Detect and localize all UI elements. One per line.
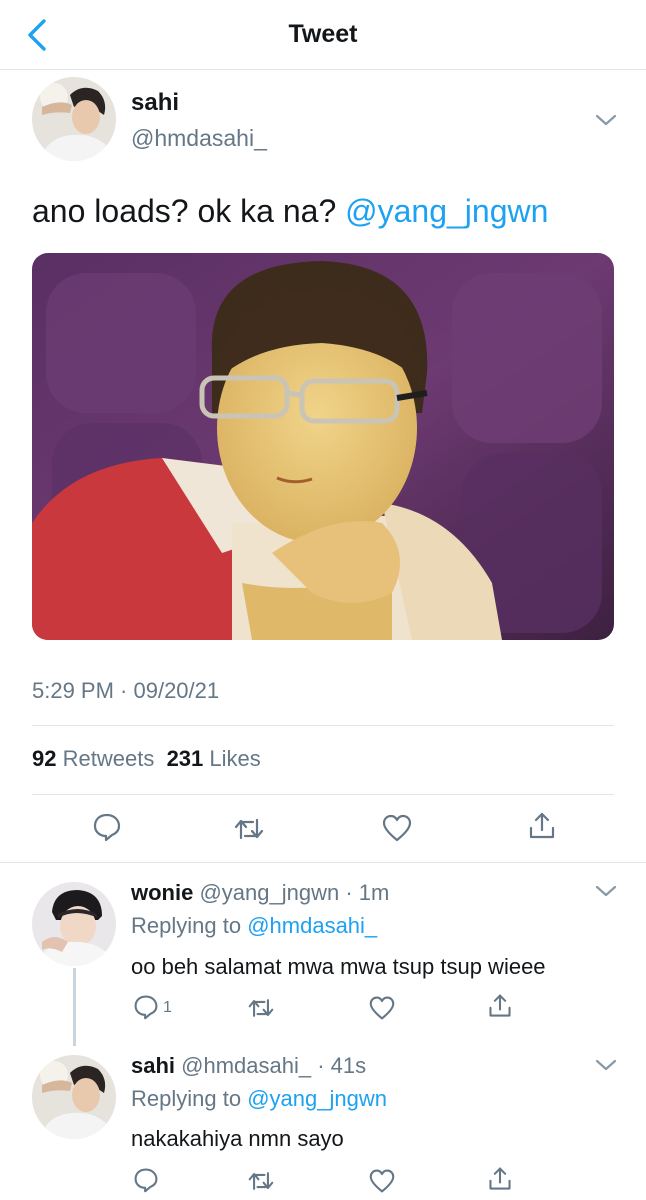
- reply-text: nakakahiya nmn sayo: [131, 1126, 344, 1151]
- like-button[interactable]: [369, 1168, 395, 1194]
- tweet-photo[interactable]: [32, 253, 614, 640]
- likes-label: Likes: [209, 746, 261, 771]
- reply-button[interactable]: [133, 1167, 159, 1193]
- retweet-button[interactable]: [234, 814, 264, 844]
- mention-link[interactable]: @yang_jngwn: [345, 193, 548, 229]
- likes-count: 231: [166, 746, 204, 771]
- chevron-down-icon: [595, 1059, 617, 1071]
- avatar[interactable]: [32, 77, 116, 161]
- like-icon: [369, 996, 395, 1020]
- reply-icon: [93, 813, 121, 842]
- reply-author-name[interactable]: sahi: [131, 1053, 175, 1078]
- share-button[interactable]: [487, 1166, 513, 1192]
- reply-button[interactable]: [133, 994, 159, 1020]
- reply-icon: [134, 1168, 158, 1193]
- retweets-count: 92: [32, 746, 57, 771]
- tweet-text: ano loads? ok ka na? @yang_jngwn: [32, 193, 548, 230]
- tweet-stats: 92 Retweets 231 Likes: [32, 746, 261, 772]
- reply-options-button[interactable]: [595, 1058, 617, 1072]
- tweet-options-button[interactable]: [595, 113, 617, 127]
- retweet-button[interactable]: [248, 1168, 274, 1194]
- reply-handle-time[interactable]: @yang_jngwn · 1m: [199, 880, 389, 905]
- divider: [32, 794, 614, 795]
- page-title: Tweet: [288, 20, 358, 48]
- reply-header: wonie @yang_jngwn · 1m: [131, 880, 389, 906]
- retweet-icon: [234, 818, 264, 840]
- share-button[interactable]: [527, 811, 557, 841]
- reply-button[interactable]: [92, 812, 122, 842]
- replying-to-link[interactable]: @yang_jngwn: [247, 1086, 387, 1111]
- replying-prefix: Replying to: [131, 1086, 242, 1111]
- retweet-icon: [248, 999, 274, 1017]
- share-button[interactable]: [487, 993, 513, 1019]
- replying-prefix: Replying to: [131, 913, 242, 938]
- share-icon: [489, 994, 511, 1017]
- chevron-down-icon: [595, 885, 617, 897]
- divider: [32, 725, 614, 726]
- chevron-down-icon: [595, 114, 617, 126]
- reply-handle-time[interactable]: @hmdasahi_ · 41s: [181, 1053, 366, 1078]
- tweet-body: ano loads? ok ka na?: [32, 193, 337, 229]
- replying-to: Replying to @hmdasahi_: [131, 913, 377, 939]
- reply-icon: [134, 995, 158, 1020]
- retweets-stat[interactable]: 92 Retweets: [32, 746, 154, 771]
- reply-count: 1: [163, 999, 172, 1016]
- retweets-label: Retweets: [62, 746, 155, 771]
- replying-to: Replying to @yang_jngwn: [131, 1086, 387, 1112]
- replying-to-link[interactable]: @hmdasahi_: [247, 913, 377, 938]
- tweet-timestamp: 5:29 PM · 09/20/21: [32, 678, 220, 703]
- like-icon: [369, 1169, 395, 1193]
- author-name[interactable]: sahi: [131, 89, 179, 117]
- author-handle[interactable]: @hmdasahi_: [131, 125, 267, 152]
- share-icon: [489, 1167, 511, 1190]
- like-button[interactable]: [369, 995, 395, 1021]
- reply-author-name[interactable]: wonie: [131, 880, 193, 905]
- like-button[interactable]: [382, 813, 412, 843]
- likes-stat[interactable]: 231 Likes: [167, 746, 261, 771]
- retweet-button[interactable]: [248, 995, 274, 1021]
- avatar[interactable]: [32, 1055, 116, 1139]
- avatar[interactable]: [32, 882, 116, 966]
- like-icon: [382, 814, 412, 842]
- retweet-icon: [248, 1172, 274, 1190]
- nav-bar: Tweet: [0, 0, 646, 70]
- divider: [0, 862, 646, 863]
- reply-text: oo beh salamat mwa mwa tsup tsup wieee: [131, 954, 546, 979]
- reply-options-button[interactable]: [595, 884, 617, 898]
- share-icon: [529, 812, 555, 839]
- thread-line: [73, 968, 76, 1046]
- reply-header: sahi @hmdasahi_ · 41s: [131, 1053, 366, 1079]
